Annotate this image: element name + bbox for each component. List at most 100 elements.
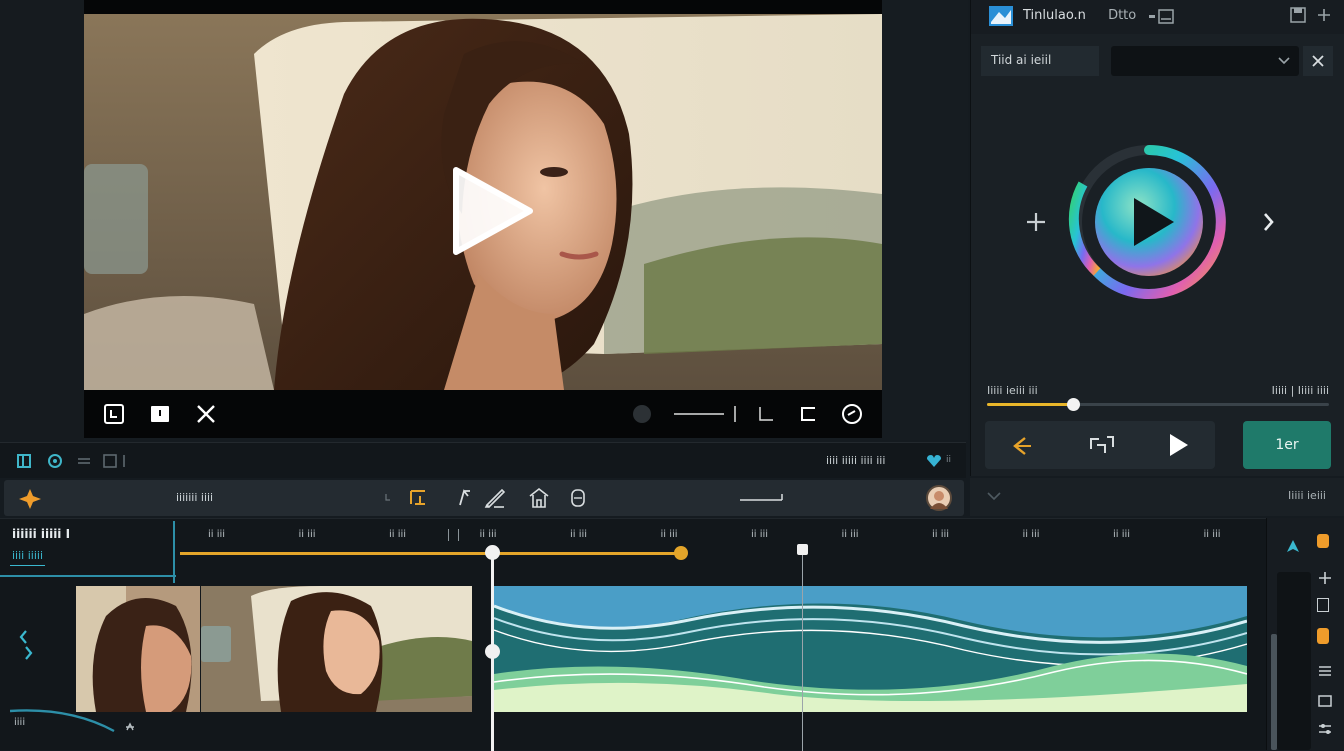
avatar[interactable] xyxy=(926,485,952,511)
progress-slider[interactable] xyxy=(987,398,1329,411)
split-icon[interactable] xyxy=(1087,433,1115,457)
play-icon[interactable] xyxy=(1167,432,1191,458)
grid-icon[interactable] xyxy=(16,453,32,469)
add-icon xyxy=(1027,213,1045,231)
save-icon[interactable] xyxy=(1289,6,1307,24)
close-select-button[interactable] xyxy=(1303,46,1333,76)
progress-left-label: Iiiii ieiii iii xyxy=(987,384,1038,397)
waveform-graphic xyxy=(494,586,1247,712)
track-lock-icon[interactable] xyxy=(1317,598,1329,612)
settings-icon[interactable] xyxy=(1317,722,1333,736)
progress-knob[interactable] xyxy=(1066,398,1080,411)
add-icon[interactable] xyxy=(1317,570,1333,586)
progress-labels: Iiiii ieiii iii Iiiii | Iiiii iiii xyxy=(987,384,1329,398)
cursor-arrow-icon[interactable] xyxy=(1285,538,1301,554)
lock-icon[interactable] xyxy=(144,398,176,430)
ruler-marker xyxy=(458,529,459,541)
action-button[interactable]: 1er xyxy=(1243,421,1331,469)
timeline-side-rail xyxy=(1266,518,1344,750)
chevron-down-icon[interactable] xyxy=(986,490,1002,502)
work-area-end-handle[interactable] xyxy=(674,546,688,560)
ruler-tick-label: ii iii xyxy=(298,529,316,540)
color-tag-icon[interactable] xyxy=(1317,628,1329,644)
link-icon[interactable] xyxy=(124,721,136,733)
record-dot-icon[interactable] xyxy=(626,398,658,430)
clip-thumbnail xyxy=(76,586,200,712)
ruler-tick-label: ii iii xyxy=(660,529,678,540)
cut-icon[interactable] xyxy=(456,488,474,508)
audio-waveform-clip[interactable] xyxy=(494,586,1247,712)
corner-icon[interactable] xyxy=(750,398,782,430)
caption-icon[interactable] xyxy=(102,453,130,469)
close-icon[interactable] xyxy=(190,398,222,430)
divider-icon xyxy=(385,494,390,501)
video-clip[interactable] xyxy=(201,586,472,712)
timeline[interactable]: iiiiii iiiii I iiii iiiii ii iii ii iii ii… xyxy=(0,518,1266,751)
vertical-scrollbar-thumb[interactable] xyxy=(1271,634,1277,750)
list-icon[interactable] xyxy=(76,453,94,469)
caption-icon[interactable] xyxy=(1317,694,1333,708)
frame-icon[interactable] xyxy=(98,398,130,430)
pen-icon[interactable] xyxy=(484,487,506,509)
ruler-tick-label: ii iii xyxy=(208,529,226,540)
select-label: Tiid ai ieiil xyxy=(981,46,1099,76)
bracket-icon[interactable] xyxy=(792,398,824,430)
edit-toolbar: iiiiiii iiii xyxy=(4,480,964,516)
chevron-right-icon xyxy=(1264,213,1274,231)
ruler-tick-label: ii iii xyxy=(389,529,407,540)
app-logo-icon xyxy=(989,6,1013,26)
add-icon[interactable] xyxy=(1315,6,1333,24)
color-tag-icon[interactable] xyxy=(1317,534,1329,548)
inspector-panel: Tinlulao.n Dtto Tiid ai ieiil Iiiii ieii… xyxy=(970,0,1344,476)
ruler-tick-label: ii iii xyxy=(1113,529,1131,540)
zoom-line-icon[interactable] xyxy=(738,490,786,506)
progress-right-label: Iiiii | Iiiii iiii xyxy=(1271,384,1329,397)
marker-handle[interactable] xyxy=(797,544,808,555)
crop-icon[interactable] xyxy=(408,488,428,508)
timer-icon[interactable] xyxy=(836,398,868,430)
target-icon[interactable] xyxy=(46,452,64,470)
capsule-icon[interactable] xyxy=(570,488,586,508)
sparkle-icon[interactable] xyxy=(18,488,42,510)
status-suffix: ii xyxy=(946,455,952,465)
work-area-bar[interactable] xyxy=(180,552,680,555)
keyframe-handle[interactable] xyxy=(485,644,500,659)
home-icon[interactable] xyxy=(528,487,550,509)
panel-footer: Iiiii ieiii xyxy=(970,478,1344,516)
marker-line xyxy=(802,549,803,751)
expand-track-icon[interactable] xyxy=(18,627,34,667)
playhead-handle[interactable] xyxy=(485,545,500,560)
ruler-marker xyxy=(448,529,449,541)
panel-subtitle: Dtto xyxy=(1108,8,1137,23)
close-icon xyxy=(1312,55,1324,67)
status-text: iiii iiiii iiii iii xyxy=(826,454,886,467)
toolbar-label: iiiiiii iiii xyxy=(176,491,214,504)
back-icon[interactable] xyxy=(1011,435,1033,455)
panel-header: Tinlulao.n Dtto xyxy=(971,0,1344,34)
status-bar: iiii iiiii iiii iii ii xyxy=(0,442,966,478)
ruler-tick-label: ii iii xyxy=(841,529,859,540)
settings-row: Tiid ai ieiil xyxy=(981,46,1333,76)
chevron-down-icon xyxy=(1278,57,1290,65)
progress-fill xyxy=(987,403,1073,406)
video-clip[interactable] xyxy=(76,586,200,712)
avatar-face-icon xyxy=(930,491,948,509)
preview-left-edge xyxy=(0,0,84,440)
ruler-tick-label: ii iii xyxy=(1022,529,1040,540)
line-icon[interactable] xyxy=(670,398,740,430)
layout-icon[interactable] xyxy=(1149,9,1185,25)
preview-frame[interactable] xyxy=(84,14,882,390)
vertical-scroll-track[interactable] xyxy=(1271,572,1311,750)
transport-controls xyxy=(985,421,1215,469)
heart-icon[interactable] xyxy=(926,454,942,468)
ruler-tick-label: ii iii xyxy=(1203,529,1221,540)
play-triangle-icon[interactable] xyxy=(452,166,534,256)
panel-title: Tinlulao.n xyxy=(1023,8,1086,23)
preset-select[interactable] xyxy=(1111,46,1299,76)
track-subtitle[interactable]: iiii iiiii xyxy=(10,549,46,566)
ruler-tick-label: ii iii xyxy=(751,529,769,540)
volume-curve[interactable] xyxy=(10,705,120,735)
list-icon[interactable] xyxy=(1317,664,1333,678)
preview-top-bar xyxy=(84,0,882,14)
color-play-dial[interactable] xyxy=(1027,140,1289,306)
